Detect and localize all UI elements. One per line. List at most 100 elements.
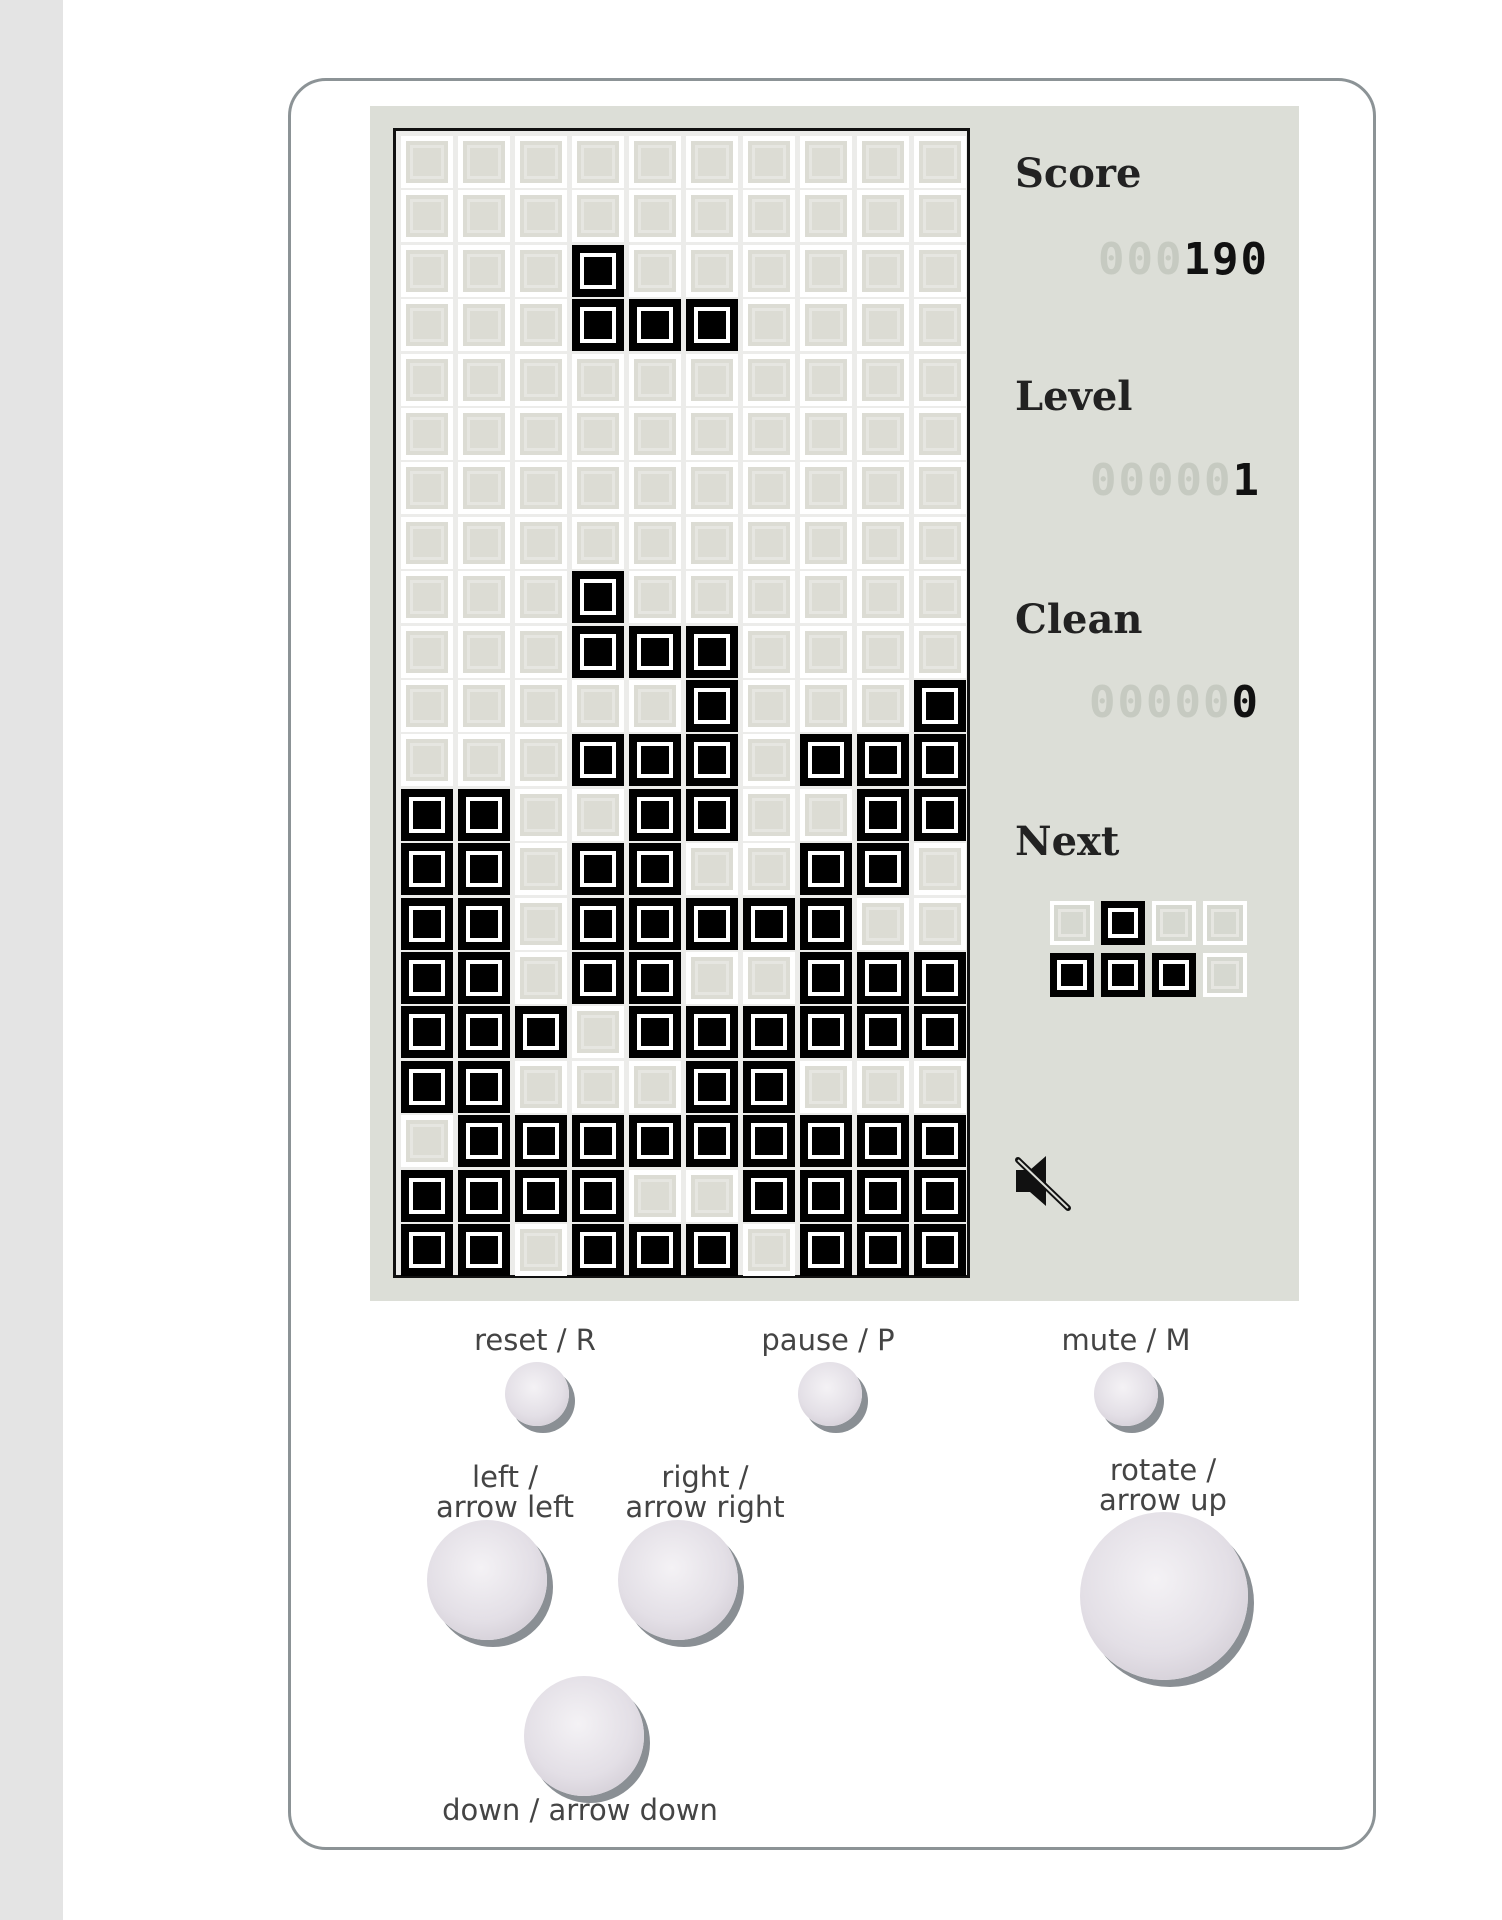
next-block: [1101, 953, 1145, 997]
pause-button[interactable]: [798, 1362, 862, 1426]
board-block: [686, 788, 738, 841]
board-cell-empty: [458, 571, 510, 624]
board-block: [515, 1115, 567, 1168]
board-cell-empty: [572, 190, 624, 243]
left-button[interactable]: [427, 1520, 547, 1640]
board-block: [686, 1224, 738, 1276]
board-cell-empty: [857, 408, 909, 460]
board-cell-empty: [800, 516, 852, 569]
board-block: [914, 952, 966, 1004]
board-block: [401, 1224, 453, 1276]
board-cell-empty: [401, 734, 453, 787]
board-cell-empty: [401, 299, 453, 352]
rotate-button[interactable]: [1080, 1512, 1248, 1680]
left-button-label: left / arrow left: [410, 1462, 600, 1522]
next-label: Next: [1015, 818, 1120, 865]
rotate-label-line1: rotate /: [1109, 1453, 1217, 1487]
board-block: [686, 734, 738, 787]
board-block: [857, 843, 909, 896]
down-button[interactable]: [524, 1676, 644, 1796]
board-block: [629, 843, 681, 896]
board-block: [401, 788, 453, 841]
board-cell-empty: [857, 353, 909, 406]
board-cell-empty: [515, 190, 567, 243]
board-cell-empty: [686, 952, 738, 1004]
board-cell-empty: [743, 299, 795, 352]
right-button[interactable]: [618, 1520, 738, 1640]
board-block: [857, 1115, 909, 1168]
board-cell-empty: [800, 625, 852, 678]
board-block: [743, 897, 795, 950]
left-label-line2: arrow left: [435, 1490, 575, 1524]
rotate-label-line2: arrow up: [1099, 1483, 1227, 1517]
board-cell-empty: [743, 734, 795, 787]
clean-value: 0: [1231, 677, 1260, 728]
board-cell-empty: [743, 1224, 795, 1276]
next-block: [1152, 953, 1196, 997]
board-cell-empty: [629, 680, 681, 732]
board-block: [629, 299, 681, 352]
board-cell-empty: [800, 788, 852, 841]
speaker-muted-icon[interactable]: [1012, 1150, 1074, 1212]
board-cell-empty: [686, 244, 738, 297]
board-cell-empty: [515, 408, 567, 460]
reset-button[interactable]: [505, 1362, 569, 1426]
board-cell-empty: [515, 244, 567, 297]
board-cell-empty: [515, 353, 567, 406]
board-block: [686, 1006, 738, 1059]
board-block: [572, 1169, 624, 1222]
board-cell-empty: [572, 1060, 624, 1113]
board-cell-empty: [857, 1060, 909, 1113]
board-block: [629, 734, 681, 787]
next-cell-empty: [1203, 901, 1247, 945]
board-cell-empty: [743, 680, 795, 732]
board-block: [629, 897, 681, 950]
board-cell-empty: [743, 244, 795, 297]
score-label: Score: [1015, 150, 1142, 197]
board-cell-empty: [515, 897, 567, 950]
board-block: [800, 1115, 852, 1168]
board-cell-empty: [686, 190, 738, 243]
board-cell-empty: [743, 353, 795, 406]
next-block: [1050, 953, 1094, 997]
board-cell-empty: [401, 680, 453, 732]
board-block: [857, 734, 909, 787]
board-block: [458, 1060, 510, 1113]
mute-button[interactable]: [1094, 1362, 1158, 1426]
board-cell-empty: [515, 571, 567, 624]
board-cell-empty: [515, 1224, 567, 1276]
clean-display: 000000: [1078, 677, 1260, 728]
board-block: [401, 952, 453, 1004]
board-cell-empty: [515, 680, 567, 732]
board-cell-empty: [857, 680, 909, 732]
next-cell-empty: [1203, 953, 1247, 997]
board-cell-empty: [914, 244, 966, 297]
board-cell-empty: [458, 244, 510, 297]
board-cell-empty: [914, 897, 966, 950]
board-cell-empty: [686, 516, 738, 569]
level-value: 1: [1232, 455, 1261, 506]
board-cell-empty: [515, 952, 567, 1004]
board-block: [572, 734, 624, 787]
board-block: [458, 788, 510, 841]
board-cell-empty: [572, 136, 624, 188]
board-block: [458, 1169, 510, 1222]
board-block: [572, 843, 624, 896]
score-value: 190: [1183, 234, 1269, 285]
reset-button-label: reset / R: [474, 1323, 596, 1357]
right-button-label: right / arrow right: [605, 1462, 805, 1522]
board-cell-empty: [629, 408, 681, 460]
board-block: [629, 1224, 681, 1276]
board-block: [629, 788, 681, 841]
board-cell-empty: [572, 408, 624, 460]
board-cell-empty: [515, 516, 567, 569]
board-cell-empty: [401, 571, 453, 624]
board-block: [515, 1169, 567, 1222]
board-cell-empty: [401, 244, 453, 297]
board-cell-empty: [401, 136, 453, 188]
board-cell-empty: [572, 1006, 624, 1059]
left-gutter: [0, 0, 63, 1920]
board-block: [572, 244, 624, 297]
board-block: [914, 734, 966, 787]
board-cell-empty: [743, 952, 795, 1004]
